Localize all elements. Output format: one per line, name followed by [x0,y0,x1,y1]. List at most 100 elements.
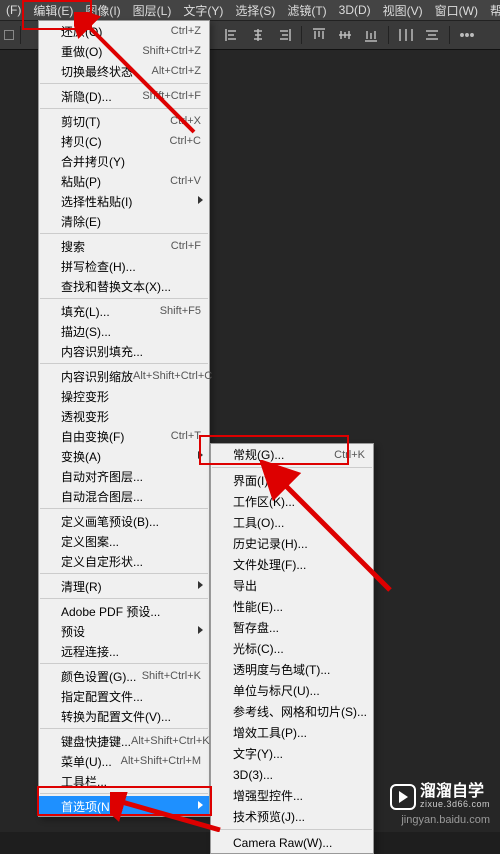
menu-item[interactable]: 操控变形 [39,386,209,406]
submenu-item[interactable]: 参考线、网格和切片(S)... [211,701,373,722]
menu-item[interactable]: 自动混合图层... [39,486,209,506]
menu-item-label: 重做(O) [61,43,142,60]
menu-image[interactable]: 图像(I) [79,0,126,21]
menu-item[interactable]: 内容识别缩放Alt+Shift+Ctrl+C [39,366,209,386]
menu-item[interactable]: 搜索Ctrl+F [39,236,209,256]
menu-item[interactable]: 查找和替换文本(X)... [39,276,209,296]
align-right-icon[interactable] [273,24,295,46]
menu-item[interactable]: 拷贝(C)Ctrl+C [39,131,209,151]
submenu-arrow-icon [198,581,203,589]
menu-item[interactable]: 定义画笔预设(B)... [39,511,209,531]
submenu-item[interactable]: 单位与标尺(U)... [211,680,373,701]
submenu-item[interactable]: 增强型控件... [211,785,373,806]
menu-item-shortcut: Ctrl+T [171,430,201,442]
menu-item[interactable]: 还原(O)Ctrl+Z [39,21,209,41]
submenu-item[interactable]: 界面(I)... [211,470,373,491]
submenu-item[interactable]: 导出 [211,575,373,596]
submenu-item[interactable]: Camera Raw(W)... [211,832,373,853]
menu-item-shortcut: Alt+Shift+Ctrl+C [133,370,212,382]
checkbox-icon[interactable] [4,30,14,40]
menu-item-label: 粘贴(P) [61,173,170,190]
menu-item[interactable]: 工具栏... [39,771,209,791]
submenu-item-label: 工作区(K)... [233,493,365,510]
submenu-item[interactable]: 文字(Y)... [211,743,373,764]
submenu-item[interactable]: 工作区(K)... [211,491,373,512]
submenu-item-label: 参考线、网格和切片(S)... [233,703,367,720]
submenu-item[interactable]: 3D(3)... [211,764,373,785]
menu-item[interactable]: 渐隐(D)...Shift+Ctrl+F [39,86,209,106]
menu-item[interactable]: 转换为配置文件(V)... [39,706,209,726]
align-top-icon[interactable] [308,24,330,46]
menu-item[interactable]: 自由变换(F)Ctrl+T [39,426,209,446]
menu-item[interactable]: 菜单(U)...Alt+Shift+Ctrl+M [39,751,209,771]
submenu-item-label: 导出 [233,577,365,594]
menu-3d[interactable]: 3D(D) [333,1,377,19]
submenu-arrow-icon [198,196,203,204]
menu-select[interactable]: 选择(S) [229,0,281,21]
align-center-v-icon[interactable] [334,24,356,46]
menu-window[interactable]: 窗口(W) [429,0,484,21]
menu-item[interactable]: 选择性粘贴(I) [39,191,209,211]
submenu-item-label: 单位与标尺(U)... [233,682,365,699]
menu-item[interactable]: 颜色设置(G)...Shift+Ctrl+K [39,666,209,686]
menu-item[interactable]: 变换(A) [39,446,209,466]
menu-item-shortcut: Alt+Ctrl+Z [151,65,201,77]
submenu-item[interactable]: 历史记录(H)... [211,533,373,554]
menu-item[interactable]: 内容识别填充... [39,341,209,361]
align-left-icon[interactable] [221,24,243,46]
menu-item-shortcut: Shift+Ctrl+Z [142,45,201,57]
menu-item[interactable]: 定义自定形状... [39,551,209,571]
menu-item[interactable]: 预设 [39,621,209,641]
menu-type[interactable]: 文字(Y) [177,0,229,21]
menu-item[interactable]: 透视变形 [39,406,209,426]
submenu-item[interactable]: 常规(G)...Ctrl+K [211,444,373,465]
menu-item[interactable]: 切换最终状态Alt+Ctrl+Z [39,61,209,81]
menu-item[interactable]: 远程连接... [39,641,209,661]
menu-item-label: 剪切(T) [61,113,170,130]
menu-item[interactable]: Adobe PDF 预设... [39,601,209,621]
menu-separator [40,83,208,84]
watermark-brand: 溜溜自学 [420,785,490,799]
menu-item[interactable]: 清理(R) [39,576,209,596]
menu-item[interactable]: 描边(S)... [39,321,209,341]
menu-help[interactable]: 帮助(H) [484,0,500,21]
menu-item-label: 拷贝(C) [61,133,170,150]
menu-edit[interactable]: 编辑(E) [27,0,79,21]
menu-item-label: 自动对齐图层... [61,468,201,485]
submenu-item[interactable]: 工具(O)... [211,512,373,533]
menu-item[interactable]: 定义图案... [39,531,209,551]
menu-item[interactable]: 重做(O)Shift+Ctrl+Z [39,41,209,61]
submenu-item[interactable]: 透明度与色域(T)... [211,659,373,680]
menu-item[interactable]: 自动对齐图层... [39,466,209,486]
more-options-icon[interactable] [456,24,478,46]
align-center-h-icon[interactable] [247,24,269,46]
distribute-h-icon[interactable] [395,24,417,46]
submenu-item[interactable]: 技术预览(J)... [211,806,373,827]
menu-item-label: 自动混合图层... [61,488,201,505]
submenu-item[interactable]: 光标(C)... [211,638,373,659]
submenu-item[interactable]: 性能(E)... [211,596,373,617]
align-bottom-icon[interactable] [360,24,382,46]
menu-item-label: 清除(E) [61,213,201,230]
menu-item[interactable]: 指定配置文件... [39,686,209,706]
menu-filter[interactable]: 滤镜(T) [281,0,332,21]
menu-item[interactable]: 拼写检查(H)... [39,256,209,276]
menu-item[interactable]: 填充(L)...Shift+F5 [39,301,209,321]
menu-layer[interactable]: 图层(L) [127,0,178,21]
menu-item[interactable]: 合并拷贝(Y) [39,151,209,171]
menu-bar: (F) 编辑(E) 图像(I) 图层(L) 文字(Y) 选择(S) 滤镜(T) … [0,0,500,20]
submenu-item-shortcut: Ctrl+K [334,449,365,461]
menu-item[interactable]: 首选项(N) [39,796,209,816]
menu-view[interactable]: 视图(V) [377,0,429,21]
menu-file[interactable]: (F) [0,1,27,19]
menu-item-label: 定义画笔预设(B)... [61,513,201,530]
distribute-v-icon[interactable] [421,24,443,46]
submenu-item-label: 暂存盘... [233,619,365,636]
menu-item[interactable]: 清除(E) [39,211,209,231]
submenu-item[interactable]: 文件处理(F)... [211,554,373,575]
submenu-item[interactable]: 暂存盘... [211,617,373,638]
menu-item[interactable]: 键盘快捷键...Alt+Shift+Ctrl+K [39,731,209,751]
menu-item[interactable]: 剪切(T)Ctrl+X [39,111,209,131]
menu-item[interactable]: 粘贴(P)Ctrl+V [39,171,209,191]
submenu-item[interactable]: 增效工具(P)... [211,722,373,743]
